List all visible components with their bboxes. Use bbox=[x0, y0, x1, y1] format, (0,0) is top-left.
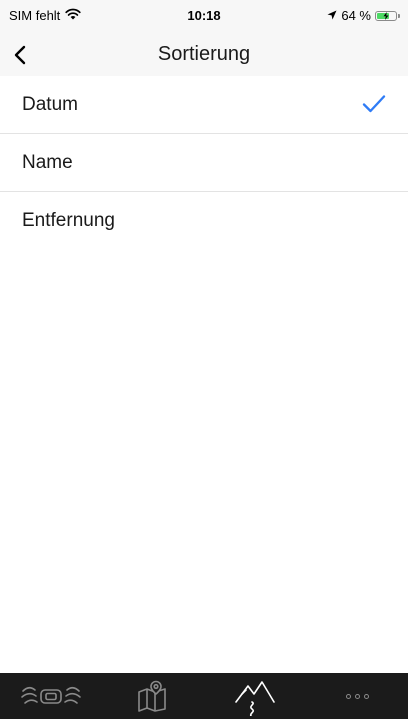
tab-routes[interactable] bbox=[204, 673, 306, 719]
map-icon bbox=[138, 680, 166, 712]
mountains-route-icon bbox=[235, 681, 275, 716]
sort-option-label: Datum bbox=[22, 94, 78, 115]
status-right: 64 % bbox=[327, 8, 400, 23]
sort-option-name[interactable]: Name bbox=[0, 134, 408, 192]
tab-map[interactable] bbox=[102, 673, 204, 719]
sort-option-label: Name bbox=[22, 152, 73, 173]
tab-bar bbox=[0, 673, 408, 719]
location-arrow-icon bbox=[327, 8, 337, 23]
page-title: Sortierung bbox=[157, 43, 251, 65]
sort-option-label: Entfernung bbox=[22, 210, 115, 231]
screen: SIM fehlt 10:18 64 % Sortierung Datum Na… bbox=[0, 0, 408, 719]
nav-bar: Sortierung bbox=[0, 34, 408, 76]
checkmark-icon bbox=[362, 95, 386, 113]
motorcycle-icon bbox=[21, 686, 81, 704]
more-icon bbox=[345, 693, 369, 699]
battery-percent: 64 % bbox=[341, 8, 371, 23]
sort-option-datum[interactable]: Datum bbox=[0, 76, 408, 134]
battery-cap bbox=[398, 13, 400, 18]
status-bar: SIM fehlt 10:18 64 % bbox=[0, 0, 408, 34]
sort-option-entfernung[interactable]: Entfernung bbox=[0, 192, 408, 250]
tab-rides[interactable] bbox=[0, 673, 102, 719]
battery-icon bbox=[375, 10, 397, 21]
sort-options-list: Datum Name Entfernung bbox=[0, 76, 408, 250]
tab-more[interactable] bbox=[306, 673, 408, 719]
